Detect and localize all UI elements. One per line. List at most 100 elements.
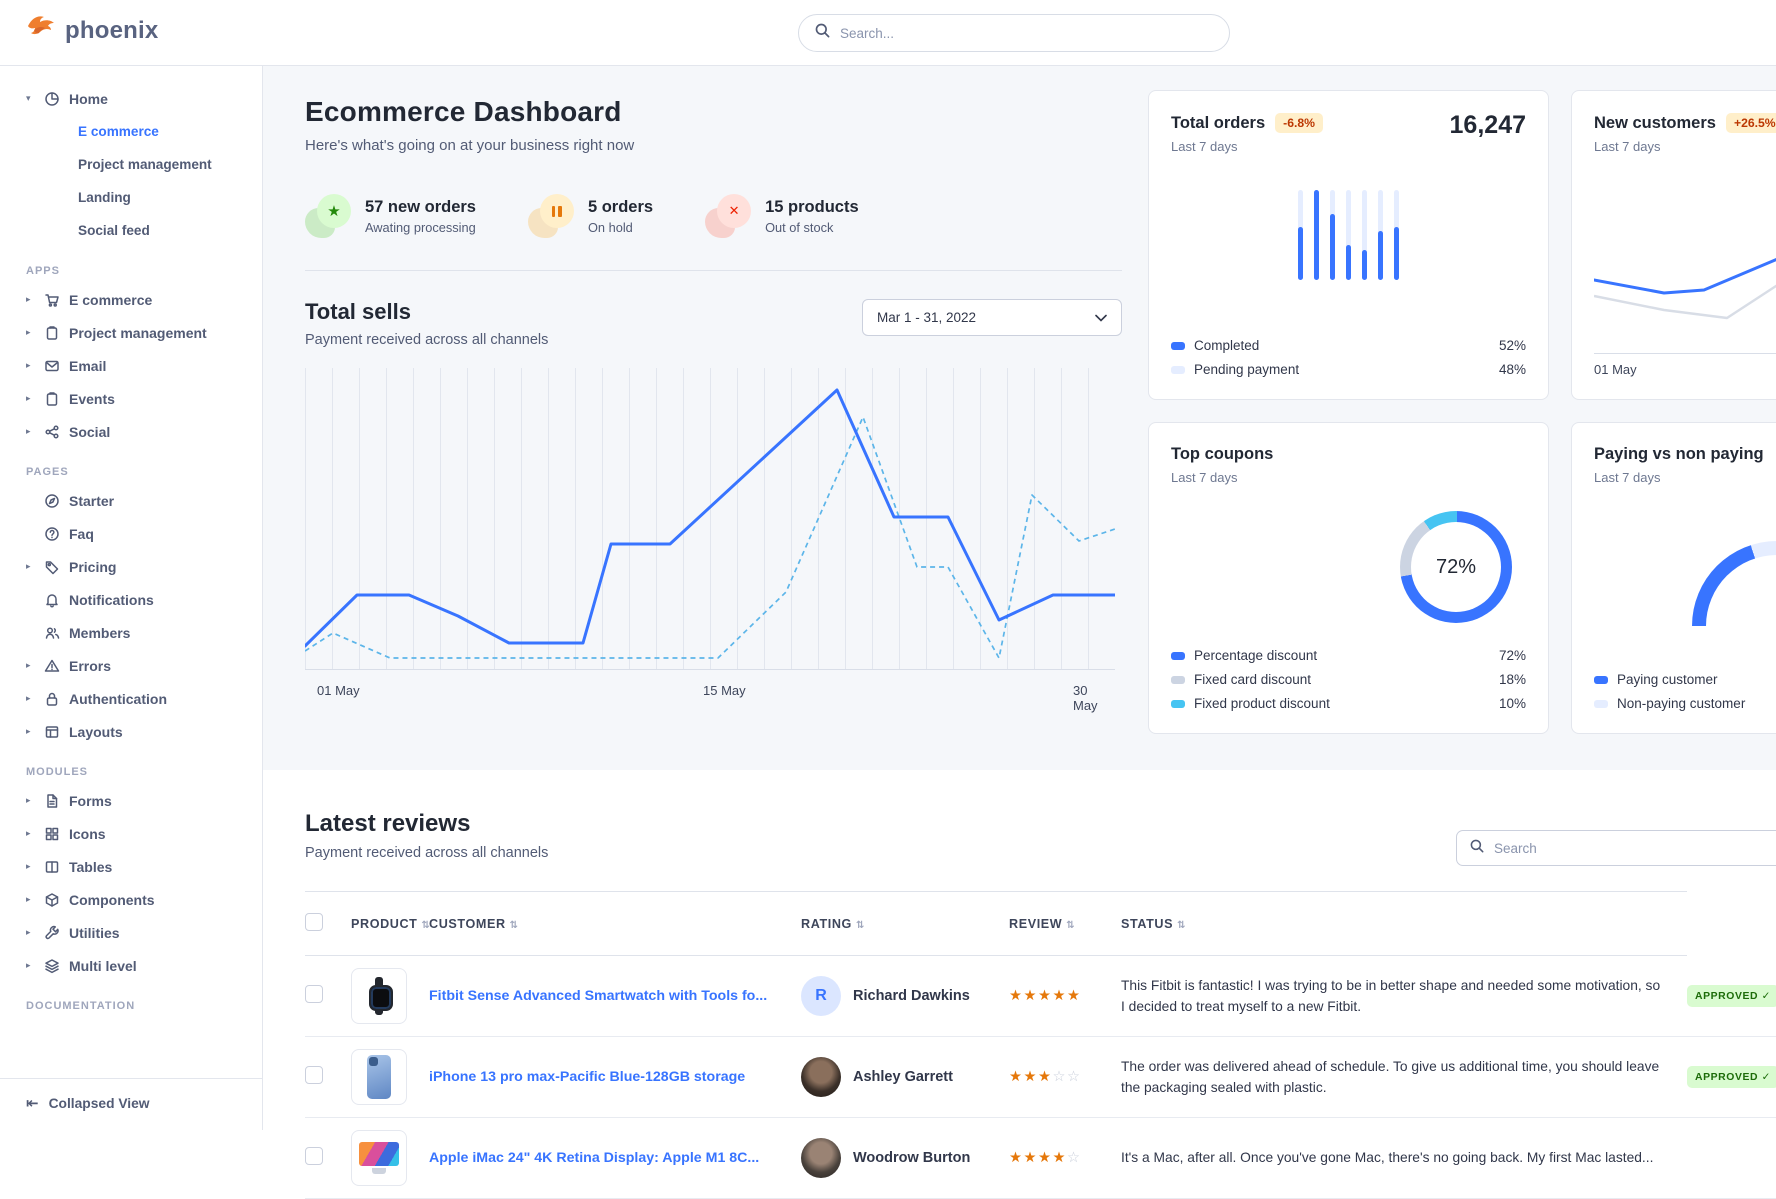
sidebar-item-starter[interactable]: Starter bbox=[0, 484, 262, 517]
sidebar-item-icons[interactable]: ▸ Icons bbox=[0, 817, 262, 850]
caret-right-icon: ▸ bbox=[26, 828, 35, 839]
column-header-customer[interactable]: CUSTOMER⇅ bbox=[429, 892, 801, 956]
sidebar-item-members[interactable]: Members bbox=[0, 616, 262, 649]
cart-icon bbox=[44, 292, 60, 308]
collapse-sidebar-button[interactable]: ⇤ Collapsed View bbox=[0, 1078, 262, 1130]
column-header-product[interactable]: PRODUCT⇅ bbox=[351, 892, 429, 956]
search-input[interactable] bbox=[840, 26, 1213, 41]
sidebar-item-home[interactable]: ▾ Home bbox=[0, 82, 262, 115]
total-sells-title: Total sells bbox=[305, 299, 548, 325]
brand[interactable]: phoenix bbox=[26, 14, 158, 47]
file-icon bbox=[44, 793, 60, 809]
sidebar-item-landing[interactable]: Landing bbox=[0, 181, 262, 214]
customer-name: Woodrow Burton bbox=[853, 1150, 970, 1166]
reviews-search-input[interactable] bbox=[1494, 841, 1772, 856]
lock-icon bbox=[44, 691, 60, 707]
caret-right-icon: ▸ bbox=[26, 693, 35, 704]
section-label-modules: MODULES bbox=[0, 748, 262, 784]
latest-reviews-section: Latest reviews Payment received across a… bbox=[263, 770, 1776, 1199]
caret-right-icon: ▸ bbox=[26, 660, 35, 671]
product-image-smartwatch[interactable] bbox=[351, 968, 407, 1024]
row-checkbox[interactable] bbox=[305, 985, 323, 1003]
caret-right-icon: ▸ bbox=[26, 393, 35, 404]
sidebar-item-apps-project-management[interactable]: ▸ Project management bbox=[0, 316, 262, 349]
sidebar-item-notifications[interactable]: Notifications bbox=[0, 583, 262, 616]
paying-gauge-chart bbox=[1692, 541, 1776, 626]
orders-bar-chart bbox=[1298, 190, 1399, 280]
sidebar-item-ecommerce-dashboard[interactable]: E commerce bbox=[0, 115, 262, 148]
caret-right-icon: ▸ bbox=[26, 294, 35, 305]
section-label-apps: APPS bbox=[0, 247, 262, 283]
global-search bbox=[798, 14, 1230, 52]
main-content: Ecommerce Dashboard Here's what's going … bbox=[263, 66, 1776, 1199]
total-sells-chart: 01 May 15 May 30 May bbox=[305, 368, 1115, 707]
dashboard-section: Ecommerce Dashboard Here's what's going … bbox=[263, 66, 1776, 770]
caret-right-icon: ▸ bbox=[26, 795, 35, 806]
sidebar-item-project-management-dashboard[interactable]: Project management bbox=[0, 148, 262, 181]
product-image-iphone[interactable] bbox=[351, 1049, 407, 1105]
sort-icon: ⇅ bbox=[1177, 920, 1186, 931]
sidebar-item-forms[interactable]: ▸ Forms bbox=[0, 784, 262, 817]
column-header-review[interactable]: REVIEW⇅ bbox=[1009, 892, 1121, 956]
phoenix-fox-icon bbox=[26, 14, 56, 47]
change-badge: +26.5% bbox=[1726, 113, 1776, 133]
x-tick: 01 May bbox=[317, 683, 360, 698]
sort-icon: ⇅ bbox=[510, 920, 519, 931]
new-customers-chart: 01 May bbox=[1594, 198, 1776, 377]
caret-right-icon: ▸ bbox=[26, 327, 35, 338]
layout-icon bbox=[44, 724, 60, 740]
sidebar-item-tables[interactable]: ▸ Tables bbox=[0, 850, 262, 883]
card-title: Total orders bbox=[1171, 114, 1265, 133]
pie-chart-icon bbox=[44, 91, 60, 107]
sidebar-item-pricing[interactable]: ▸ Pricing bbox=[0, 550, 262, 583]
sidebar-item-multi-level[interactable]: ▸ Multi level bbox=[0, 949, 262, 982]
sidebar-item-apps-email[interactable]: ▸ Email bbox=[0, 349, 262, 382]
table-row: Fitbit Sense Advanced Smartwatch with To… bbox=[305, 956, 1776, 1037]
legend-paying: Paying customer bbox=[1594, 672, 1776, 687]
stats-row: ★ 57 new orders Awating processing 5 ord… bbox=[305, 194, 1122, 238]
bell-icon bbox=[44, 592, 60, 608]
sidebar-item-components[interactable]: ▸ Components bbox=[0, 883, 262, 916]
row-checkbox[interactable] bbox=[305, 1066, 323, 1084]
clipboard-icon bbox=[44, 325, 60, 341]
select-all-checkbox[interactable] bbox=[305, 913, 323, 931]
product-link[interactable]: iPhone 13 pro max-Pacific Blue-128GB sto… bbox=[429, 1069, 745, 1085]
caret-right-icon: ▸ bbox=[26, 726, 35, 737]
product-image-imac[interactable] bbox=[351, 1130, 407, 1186]
column-header-status[interactable]: STATUS⇅ bbox=[1121, 892, 1687, 956]
stat-orders-on-hold: 5 orders On hold bbox=[528, 194, 653, 238]
product-link[interactable]: Fitbit Sense Advanced Smartwatch with To… bbox=[429, 988, 767, 1004]
rating-stars: ★★★★☆ bbox=[1009, 1149, 1082, 1166]
review-text: This Fitbit is fantastic! I was trying t… bbox=[1121, 975, 1687, 1018]
sidebar-item-apps-ecommerce[interactable]: ▸ E commerce bbox=[0, 283, 262, 316]
total-sells-subtitle: Payment received across all channels bbox=[305, 332, 548, 348]
sidebar-item-apps-social[interactable]: ▸ Social bbox=[0, 415, 262, 448]
status-badge: APPROVED ✓ bbox=[1687, 1066, 1776, 1088]
review-text: The order was delivered ahead of schedul… bbox=[1121, 1056, 1687, 1099]
caret-right-icon: ▸ bbox=[26, 360, 35, 371]
product-link[interactable]: Apple iMac 24" 4K Retina Display: Apple … bbox=[429, 1150, 759, 1166]
columns-icon bbox=[44, 859, 60, 875]
caret-right-icon: ▸ bbox=[26, 927, 35, 938]
legend-fixed-card-discount: Fixed card discount 18% bbox=[1171, 672, 1526, 687]
sidebar-item-authentication[interactable]: ▸ Authentication bbox=[0, 682, 262, 715]
sidebar-item-errors[interactable]: ▸ Errors bbox=[0, 649, 262, 682]
sidebar-item-faq[interactable]: Faq bbox=[0, 517, 262, 550]
column-header-rating[interactable]: RATING⇅ bbox=[801, 892, 1009, 956]
sidebar-item-apps-events[interactable]: ▸ Events bbox=[0, 382, 262, 415]
warning-icon bbox=[44, 658, 60, 674]
sidebar-item-utilities[interactable]: ▸ Utilities bbox=[0, 916, 262, 949]
date-range-select[interactable]: Mar 1 - 31, 2022 bbox=[862, 299, 1122, 336]
search-icon bbox=[815, 23, 830, 43]
x-icon: ✕ bbox=[705, 194, 751, 238]
row-checkbox[interactable] bbox=[305, 1147, 323, 1165]
card-title: New customers bbox=[1594, 114, 1716, 133]
sidebar-item-social-feed[interactable]: Social feed bbox=[0, 214, 262, 247]
tag-icon bbox=[44, 559, 60, 575]
rating-stars: ★★★★★ bbox=[1009, 987, 1082, 1004]
top-navbar: phoenix bbox=[0, 0, 1776, 66]
sidebar-item-layouts[interactable]: ▸ Layouts bbox=[0, 715, 262, 748]
grid-icon bbox=[44, 826, 60, 842]
collapse-left-icon: ⇤ bbox=[26, 1094, 39, 1112]
compass-icon bbox=[44, 493, 60, 509]
